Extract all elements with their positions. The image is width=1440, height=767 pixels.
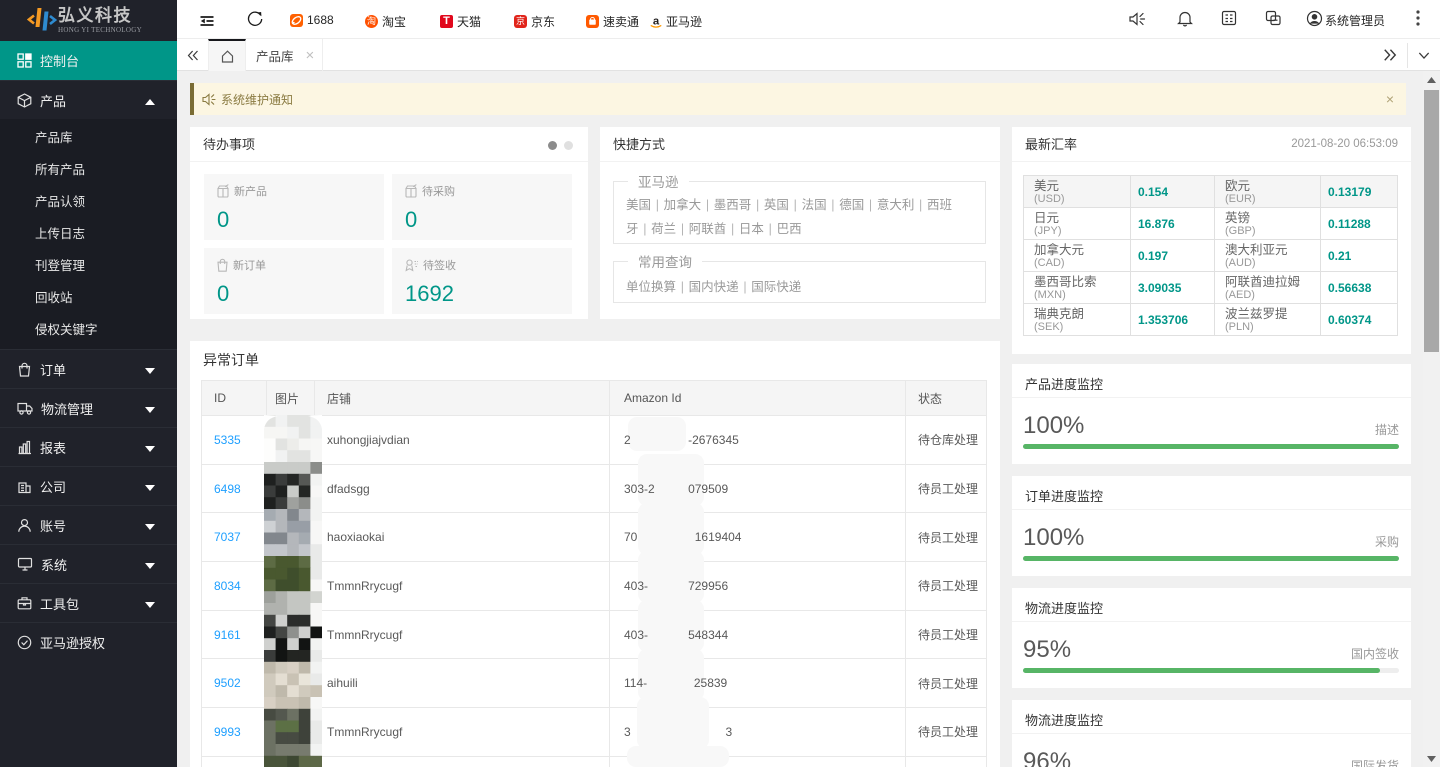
svg-text:a: a xyxy=(653,16,660,28)
